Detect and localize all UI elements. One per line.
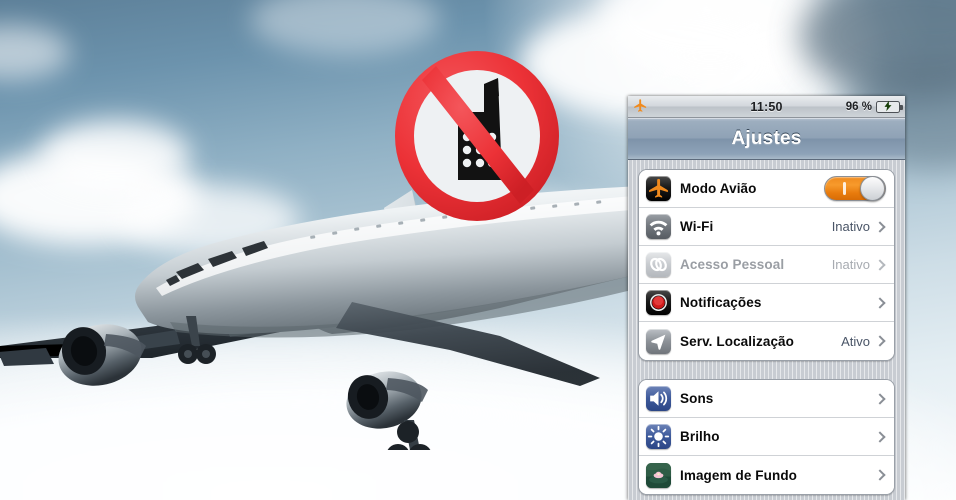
settings-group: Modo Avião Wi-Fi Inativo Acesso Pessoal … bbox=[638, 169, 895, 361]
settings-group: Sons Brilho Imagem de Fundo bbox=[638, 379, 895, 495]
settings-row-notificacoes[interactable]: Notificações bbox=[639, 284, 894, 322]
page-title: Ajustes bbox=[731, 127, 802, 149]
wallpaper-icon bbox=[646, 462, 671, 488]
settings-row-label: Notificações bbox=[680, 295, 762, 310]
toggle-on-mark bbox=[843, 182, 846, 195]
battery-icon bbox=[876, 100, 903, 113]
settings-row-imagem-de-fundo[interactable]: Imagem de Fundo bbox=[639, 456, 894, 494]
settings-row-brilho[interactable]: Brilho bbox=[639, 418, 894, 456]
settings-row-label: Wi-Fi bbox=[680, 219, 714, 234]
settings-row-acesso-pessoal[interactable]: Acesso Pessoal Inativo bbox=[639, 246, 894, 284]
status-bar-right: 96 % bbox=[845, 100, 903, 113]
location-arrow-icon bbox=[646, 328, 671, 354]
no-mobile-phones-sign bbox=[392, 48, 562, 224]
chevron-right-icon bbox=[874, 430, 886, 443]
settings-row-label: Modo Avião bbox=[680, 181, 757, 196]
nav-bar: Ajustes bbox=[628, 118, 905, 160]
airplane-icon bbox=[646, 176, 671, 201]
chevron-right-icon bbox=[874, 335, 886, 347]
settings-row-value: Inativo bbox=[831, 219, 870, 234]
settings-row-label: Brilho bbox=[680, 429, 720, 444]
settings-row-modo-aviao[interactable]: Modo Avião bbox=[639, 170, 894, 208]
chevron-right-icon bbox=[874, 392, 886, 405]
settings-row-label: Acesso Pessoal bbox=[680, 257, 785, 272]
settings-row-label: Sons bbox=[680, 391, 714, 406]
wifi-icon bbox=[646, 214, 671, 239]
chevron-right-icon bbox=[874, 220, 886, 233]
hotspot-icon bbox=[646, 252, 671, 277]
bell-icon bbox=[646, 290, 671, 315]
chevron-right-icon bbox=[874, 296, 886, 309]
speaker-icon bbox=[646, 386, 671, 411]
iphone-settings-panel: 11:50 96 % Ajustes Modo Avião Wi-Fi Inat… bbox=[628, 96, 905, 500]
settings-row-sons[interactable]: Sons bbox=[639, 380, 894, 418]
airplane-mode-toggle[interactable] bbox=[824, 176, 886, 201]
settings-row-value: Ativo bbox=[841, 333, 870, 349]
settings-row-wifi[interactable]: Wi-Fi Inativo bbox=[639, 208, 894, 246]
settings-row-value: Inativo bbox=[831, 257, 870, 272]
settings-row-label: Imagem de Fundo bbox=[680, 467, 798, 483]
battery-percent-label: 96 % bbox=[845, 100, 872, 113]
settings-list[interactable]: Modo Avião Wi-Fi Inativo Acesso Pessoal … bbox=[628, 160, 905, 495]
sun-icon bbox=[646, 424, 671, 449]
status-bar: 11:50 96 % bbox=[628, 96, 905, 118]
chevron-right-icon bbox=[874, 469, 886, 481]
toggle-knob[interactable] bbox=[860, 176, 885, 201]
chevron-right-icon bbox=[874, 258, 886, 271]
settings-row-serv-localizacao[interactable]: Serv. Localização Ativo bbox=[639, 322, 894, 360]
settings-row-label: Serv. Localização bbox=[680, 333, 795, 349]
